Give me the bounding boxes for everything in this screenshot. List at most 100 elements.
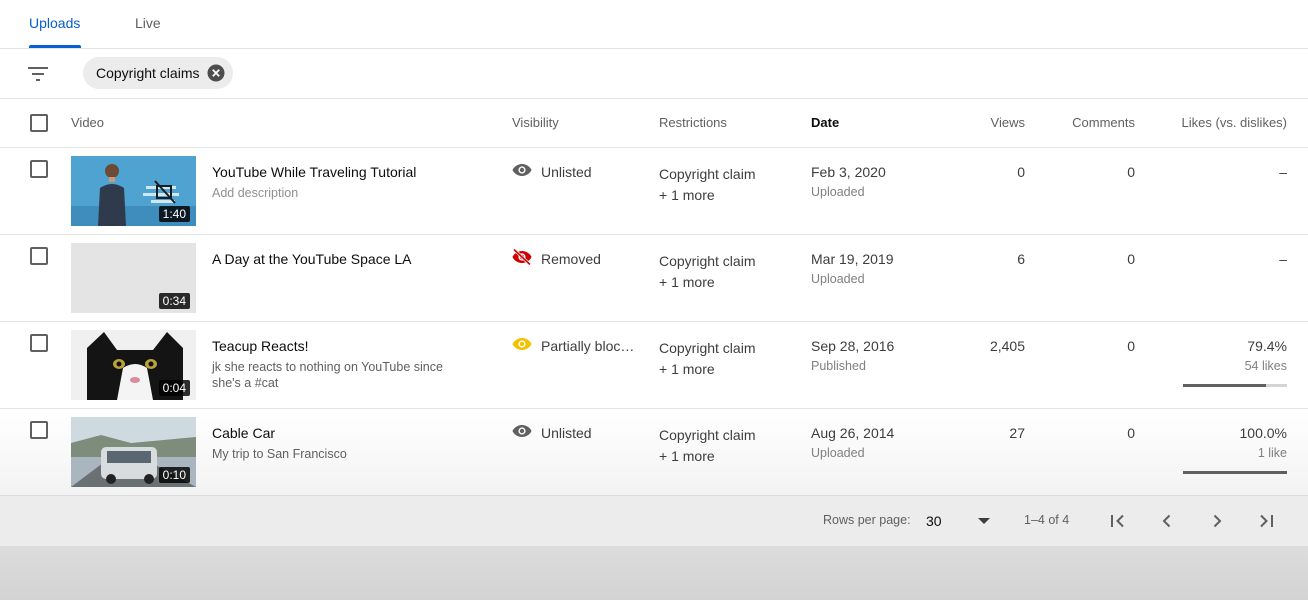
select-all-checkbox[interactable]	[30, 114, 48, 132]
views-count: 6	[1017, 251, 1025, 267]
video-duration: 0:04	[158, 380, 190, 396]
row-checkbox[interactable]	[30, 334, 48, 352]
likes-value: 79.4%	[1247, 338, 1287, 354]
views-count: 2,405	[989, 338, 1025, 354]
video-date: Sep 28, 2016	[811, 338, 895, 354]
dropdown-arrow-icon	[978, 518, 990, 524]
row-checkbox[interactable]	[30, 247, 48, 265]
visibility-label[interactable]: Unlisted	[541, 164, 635, 180]
comments-count: 0	[1127, 425, 1135, 441]
video-thumbnail[interactable]: 0:34	[71, 243, 196, 313]
like-ratio-fill	[1183, 384, 1266, 387]
tab-live-label: Live	[135, 15, 161, 31]
video-status: Published	[811, 359, 866, 373]
visibility-label[interactable]: Removed	[541, 251, 635, 267]
column-header-date[interactable]: Date	[811, 99, 839, 147]
video-date: Aug 26, 2014	[811, 425, 895, 441]
table-row[interactable]: 0:04 Teacup Reacts! jk she reacts to not…	[0, 322, 1308, 409]
remove-filter-icon[interactable]	[207, 64, 225, 82]
eye-icon	[512, 162, 532, 178]
column-header-likes[interactable]: Likes (vs. dislikes)	[1182, 99, 1287, 147]
last-page-button[interactable]	[1254, 509, 1278, 533]
table-row[interactable]: 0:34 A Day at the YouTube Space LA Remov…	[0, 235, 1308, 322]
last-page-icon	[1260, 514, 1273, 528]
video-duration: 1:40	[158, 206, 190, 222]
like-ratio-bar	[1183, 384, 1287, 387]
table-row[interactable]: 1:40 YouTube While Traveling Tutorial Ad…	[0, 148, 1308, 235]
video-status: Uploaded	[811, 185, 865, 199]
rows-per-page-label: Rows per page:	[823, 513, 911, 527]
pagination-bar: Rows per page: 30 1–4 of 4	[0, 495, 1308, 547]
restriction-label: Copyright claim	[659, 166, 756, 182]
comments-count: 0	[1127, 338, 1135, 354]
eye-icon	[512, 336, 532, 352]
video-title[interactable]: Teacup Reacts!	[212, 338, 309, 354]
table-row[interactable]: 0:10 Cable Car My trip to San Francisco …	[0, 409, 1308, 496]
rows-per-page-select[interactable]: 30	[916, 506, 996, 536]
active-tab-indicator	[29, 45, 81, 48]
video-status: Uploaded	[811, 446, 865, 460]
filter-bar: Copyright claims	[0, 49, 1308, 99]
video-title[interactable]: A Day at the YouTube Space LA	[212, 251, 412, 267]
first-page-button[interactable]	[1106, 509, 1130, 533]
column-header-visibility[interactable]: Visibility	[512, 99, 559, 147]
restriction-label: Copyright claim	[659, 427, 756, 443]
video-description[interactable]: Add description	[212, 185, 462, 201]
table-header: Video Visibility Restrictions Date Views…	[0, 99, 1308, 148]
views-count: 0	[1017, 164, 1025, 180]
likes-value: 100.0%	[1239, 425, 1287, 441]
video-status: Uploaded	[811, 272, 865, 286]
video-thumbnail[interactable]: 1:40	[71, 156, 196, 226]
restriction-cell[interactable]: Copyright claim + 1 more	[659, 425, 755, 467]
like-ratio-fill	[1183, 471, 1287, 474]
restriction-more: + 1 more	[659, 448, 715, 464]
restriction-cell[interactable]: Copyright claim + 1 more	[659, 164, 755, 206]
likes-value: –	[1279, 251, 1287, 267]
video-description[interactable]: My trip to San Francisco	[212, 446, 462, 462]
filter-icon[interactable]	[28, 65, 48, 83]
tab-uploads-label: Uploads	[29, 15, 81, 31]
video-duration: 0:10	[158, 467, 190, 483]
video-thumbnail[interactable]: 0:04	[71, 330, 196, 400]
restriction-cell[interactable]: Copyright claim + 1 more	[659, 338, 755, 380]
column-header-restrictions[interactable]: Restrictions	[659, 99, 727, 147]
video-thumbnail[interactable]: 0:10	[71, 417, 196, 487]
eye-icon	[512, 423, 532, 439]
column-header-comments[interactable]: Comments	[1072, 99, 1135, 147]
video-date: Feb 3, 2020	[811, 164, 886, 180]
page-bottom-area	[0, 546, 1308, 600]
restriction-more: + 1 more	[659, 361, 715, 377]
likes-count: 54 likes	[1244, 359, 1287, 373]
restriction-label: Copyright claim	[659, 340, 756, 356]
video-title[interactable]: YouTube While Traveling Tutorial	[212, 164, 416, 180]
eye-off-icon	[512, 249, 532, 265]
likes-count: 1 like	[1257, 446, 1287, 460]
comments-count: 0	[1127, 251, 1135, 267]
tab-live[interactable]: Live	[135, 0, 161, 46]
video-title[interactable]: Cable Car	[212, 425, 275, 441]
rows-per-page-value: 30	[926, 513, 942, 529]
video-description[interactable]: jk she reacts to nothing on YouTube sinc…	[212, 359, 462, 391]
first-page-icon	[1111, 514, 1124, 528]
comments-count: 0	[1127, 164, 1135, 180]
filter-chip-copyright-claims[interactable]: Copyright claims	[83, 57, 234, 89]
filter-chip-label: Copyright claims	[96, 65, 200, 81]
column-header-views[interactable]: Views	[991, 99, 1025, 147]
tab-uploads[interactable]: Uploads	[29, 0, 81, 48]
video-date: Mar 19, 2019	[811, 251, 894, 267]
chevron-left-icon	[1162, 514, 1171, 528]
views-count: 27	[1009, 425, 1025, 441]
row-checkbox[interactable]	[30, 421, 48, 439]
visibility-label[interactable]: Unlisted	[541, 425, 635, 441]
video-duration: 0:34	[158, 293, 190, 309]
row-checkbox[interactable]	[30, 160, 48, 178]
previous-page-button[interactable]	[1155, 509, 1179, 533]
page-range: 1–4 of 4	[1024, 513, 1070, 527]
likes-value: –	[1279, 164, 1287, 180]
column-header-video[interactable]: Video	[71, 99, 104, 147]
restriction-cell[interactable]: Copyright claim + 1 more	[659, 251, 755, 293]
tab-bar: Uploads Live	[0, 0, 1308, 49]
visibility-label[interactable]: Partially blocked	[541, 338, 635, 354]
restriction-label: Copyright claim	[659, 253, 756, 269]
next-page-button[interactable]	[1205, 509, 1229, 533]
